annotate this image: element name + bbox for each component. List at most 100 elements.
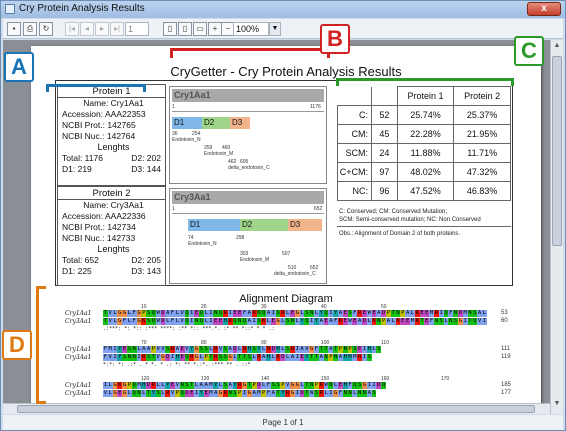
alignment-row-end: 111: [501, 346, 511, 352]
alignment-sequence-name: Cry3Aa1: [65, 318, 92, 325]
alignment-sequence: VLGEGLQNLTYSLRVPQDEIYEMAGRNSPIGAMPFATYRG…: [103, 390, 377, 397]
protein2-table: Protein 2 Name: Cry3Aa1 Accession: AAA22…: [57, 186, 166, 286]
diagram2-name: Cry3Aa1: [172, 191, 324, 204]
alignment-title: Alignment Diagram: [239, 293, 333, 305]
stats-p2: 46.83%: [453, 181, 511, 201]
stats-legend-line1: C: Conserved; CM: Conserved Mutation;: [339, 209, 448, 215]
protein1-table: Protein 1 Name: Cry1Aa1 Accession: AAA22…: [57, 84, 166, 186]
stats-label: CM:: [337, 124, 372, 144]
residue: L: [481, 310, 487, 317]
diagram2-domain-2: D2: [240, 219, 288, 231]
stats-count: 24: [370, 143, 398, 163]
app-icon: [5, 4, 15, 14]
protein2-ncbi-nuc: NCBI Nuc.: 142733: [62, 233, 136, 243]
window-title: Cry Protein Analysis Results: [19, 3, 145, 14]
close-button[interactable]: x: [527, 2, 561, 16]
stats-header-row: Protein 1 Protein 2: [337, 86, 511, 106]
diagram1-domain-1: D1: [172, 117, 202, 129]
alignment-sequence-name: Cry1Aa1: [65, 382, 92, 389]
callout-c-bracket: [336, 78, 514, 86]
residue: I: [481, 318, 487, 325]
vertical-scrollbar[interactable]: ▲ ▼: [550, 40, 563, 414]
stats-p2: 25.37%: [453, 105, 511, 125]
callout-c: C: [514, 36, 544, 66]
protein1-accession: Accession: AAA22353: [62, 109, 146, 119]
zoom-level-select[interactable]: 100%: [233, 22, 269, 36]
zoom-in-icon[interactable]: +: [208, 22, 222, 36]
protein1-d2: D2: 202: [131, 153, 161, 163]
vertical-scroll-thumb[interactable]: [552, 56, 562, 246]
fit-page-icon[interactable]: ▭: [193, 22, 207, 36]
application-window: Cry Protein Analysis Results x ▪ ⎙ ↻ |◂ …: [0, 0, 566, 431]
single-page-icon[interactable]: ▯: [163, 22, 177, 36]
alignment-consensus: *:*: *: .:* . * *. * .: *: ** *.:*. :***…: [103, 362, 251, 368]
protein1-length-row2: D1: 219 D3: 144: [58, 164, 165, 175]
alignment-sequence: TVLGFLFGKSQWDLFLVQINQLIEEHRQNQAISKLEGLSN…: [103, 318, 487, 325]
diagram2-axis: [172, 213, 324, 214]
protein1-domain-diagram: Cry1Aa1 1 1176 D1 D2 D3 36 254 Endotoxin…: [169, 86, 327, 184]
horizontal-scrollbar[interactable]: [3, 403, 550, 414]
alignment-row-end: 185: [501, 382, 512, 388]
stats-count: 97: [370, 162, 398, 182]
stats-count: 96: [370, 181, 398, 201]
alignment-position-number: 170: [441, 376, 450, 382]
next-page-icon[interactable]: ▸: [95, 22, 109, 36]
protein1-lengths-label: Lenghts: [97, 142, 130, 152]
report-viewport[interactable]: CryGetter - Cry Protein Analysis Results…: [3, 40, 563, 414]
diagram1-label: delta_endotoxin_C: [228, 165, 270, 171]
diagram2-start: 1: [172, 206, 175, 212]
protein2-length-row1: Total: 652 D2: 205: [58, 255, 165, 266]
protein2-name: Name: Cry3Aa1: [83, 200, 144, 210]
prev-page-icon[interactable]: ◂: [80, 22, 94, 36]
callout-d-bracket: [36, 286, 46, 404]
callout-a: A: [4, 52, 34, 82]
report-page: CryGetter - Cry Protein Analysis Results…: [31, 46, 541, 414]
refresh-icon[interactable]: ↻: [39, 22, 53, 36]
alignment-position-number: 110: [381, 340, 389, 346]
chevron-down-icon[interactable]: ▼: [269, 22, 281, 36]
horizontal-scroll-thumb[interactable]: [17, 405, 535, 413]
protein2-ncbi-prot: NCBI Prot.: 142734: [62, 222, 136, 232]
double-page-icon[interactable]: ▯: [178, 22, 192, 36]
stats-header-blank: [337, 86, 372, 106]
diagram2-end: 652: [314, 206, 323, 212]
alignment-sequence-name: Cry1Aa1: [65, 346, 92, 353]
protein2-total: Total: 652: [62, 255, 99, 265]
alignment-consensus: .:***: *: *:: :*** ****: :** *:: ***.*. …: [103, 326, 275, 332]
residue: Q: [381, 382, 387, 389]
residue: S: [366, 354, 372, 361]
page-number-input[interactable]: 1: [125, 22, 149, 36]
diagram2-domain-3: D3: [288, 219, 322, 231]
report-title: CryGetter - Cry Protein Analysis Results: [170, 64, 402, 79]
stats-label: C:: [337, 105, 372, 125]
title-bar[interactable]: Cry Protein Analysis Results x: [1, 1, 565, 18]
stats-row: C: 52 25.74% 25.37%: [337, 105, 511, 125]
stats-p1: 11.88%: [396, 143, 455, 163]
protein1-ncbi-prot: NCBI Prot.: 142765: [62, 120, 136, 130]
diagram1-start: 1: [172, 104, 175, 110]
diagram2-domain-1: D1: [188, 219, 240, 231]
legend-divider: [337, 226, 511, 227]
status-bar: Page 1 of 1: [3, 415, 563, 430]
stats-p1: 25.74%: [396, 105, 455, 125]
callout-b-bracket: [170, 48, 330, 58]
last-page-icon[interactable]: ▸|: [110, 22, 124, 36]
protein2-d1: D1: 225: [62, 266, 92, 276]
protein2-header: Protein 2: [58, 187, 165, 200]
stats-label: SCM:: [337, 143, 372, 163]
first-page-icon[interactable]: |◂: [65, 22, 79, 36]
scroll-down-icon[interactable]: ▼: [552, 400, 562, 412]
callout-d: D: [2, 330, 32, 360]
stats-row: C+CM: 97 48.02% 47.32%: [337, 162, 511, 182]
scroll-up-icon[interactable]: ▲: [552, 42, 562, 54]
alignment-sequence-name: Cry3Aa1: [65, 354, 92, 361]
residue: S: [371, 390, 377, 397]
stats-p1: 22.28%: [396, 124, 455, 144]
diagram1-label: Endotoxin_M: [204, 151, 234, 157]
protein2-d3: D3: 143: [131, 266, 161, 276]
print-icon[interactable]: ⎙: [23, 22, 37, 36]
stats-row: NC: 96 47.52% 46.83%: [337, 181, 511, 201]
alignment-row-end: 60: [501, 318, 508, 324]
save-icon[interactable]: ▪: [7, 22, 21, 36]
stats-p2: 11.71%: [453, 143, 511, 163]
